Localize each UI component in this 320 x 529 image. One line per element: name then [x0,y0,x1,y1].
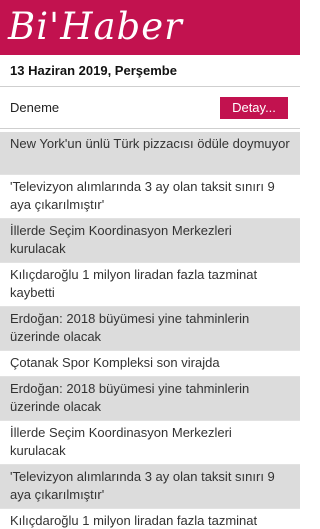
featured-item: Deneme Detay... [0,87,300,129]
news-item[interactable]: İllerde Seçim Koordinasyon Merkezleri ku… [0,421,300,465]
news-item[interactable]: 'Televizyon alımlarında 3 ay olan taksit… [0,465,300,509]
news-item[interactable]: Erdoğan: 2018 büyümesi yine tahminlerin … [0,307,300,351]
app-logo[interactable]: Bi'Haber [8,8,183,45]
news-item[interactable]: 'Televizyon alımlarında 3 ay olan taksit… [0,175,300,219]
news-item[interactable]: Kılıçdaroğlu 1 milyon liradan fazla tazm… [0,263,300,307]
featured-title: Deneme [10,100,60,115]
current-date: 13 Haziran 2019, Perşembe [0,55,300,87]
app-header: Bi'Haber [0,0,300,55]
news-list: New York'un ünlü Türk pizzacısı ödüle do… [0,132,300,529]
news-item[interactable]: Kılıçdaroğlu 1 milyon liradan fazla tazm… [0,509,300,529]
detail-button[interactable]: Detay... [220,96,288,119]
news-item[interactable]: İllerde Seçim Koordinasyon Merkezleri ku… [0,219,300,263]
news-item[interactable]: Erdoğan: 2018 büyümesi yine tahminlerin … [0,377,300,421]
news-item[interactable]: New York'un ünlü Türk pizzacısı ödüle do… [0,132,300,175]
news-item[interactable]: Çotanak Spor Kompleksi son virajda [0,351,300,377]
app-root: Bi'Haber 13 Haziran 2019, Perşembe Denem… [0,0,300,529]
